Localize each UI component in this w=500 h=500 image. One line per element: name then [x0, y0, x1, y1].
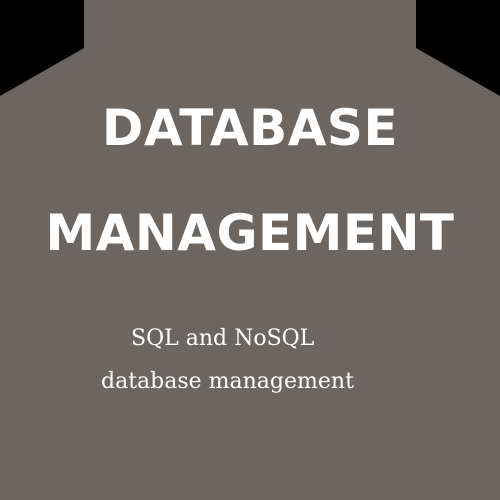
title-line-1: DATABASE — [101, 99, 399, 157]
subtitle-line-2: database management — [101, 369, 354, 394]
subtitle-line-1: SQL and NoSQL — [131, 326, 315, 351]
right-corner-shape — [416, 0, 500, 96]
cover-graphic: DATABASE MANAGEMENT SQL and NoSQL databa… — [0, 0, 500, 500]
left-corner-shape — [0, 0, 84, 96]
title-line-2: MANAGEMENT — [45, 204, 455, 262]
